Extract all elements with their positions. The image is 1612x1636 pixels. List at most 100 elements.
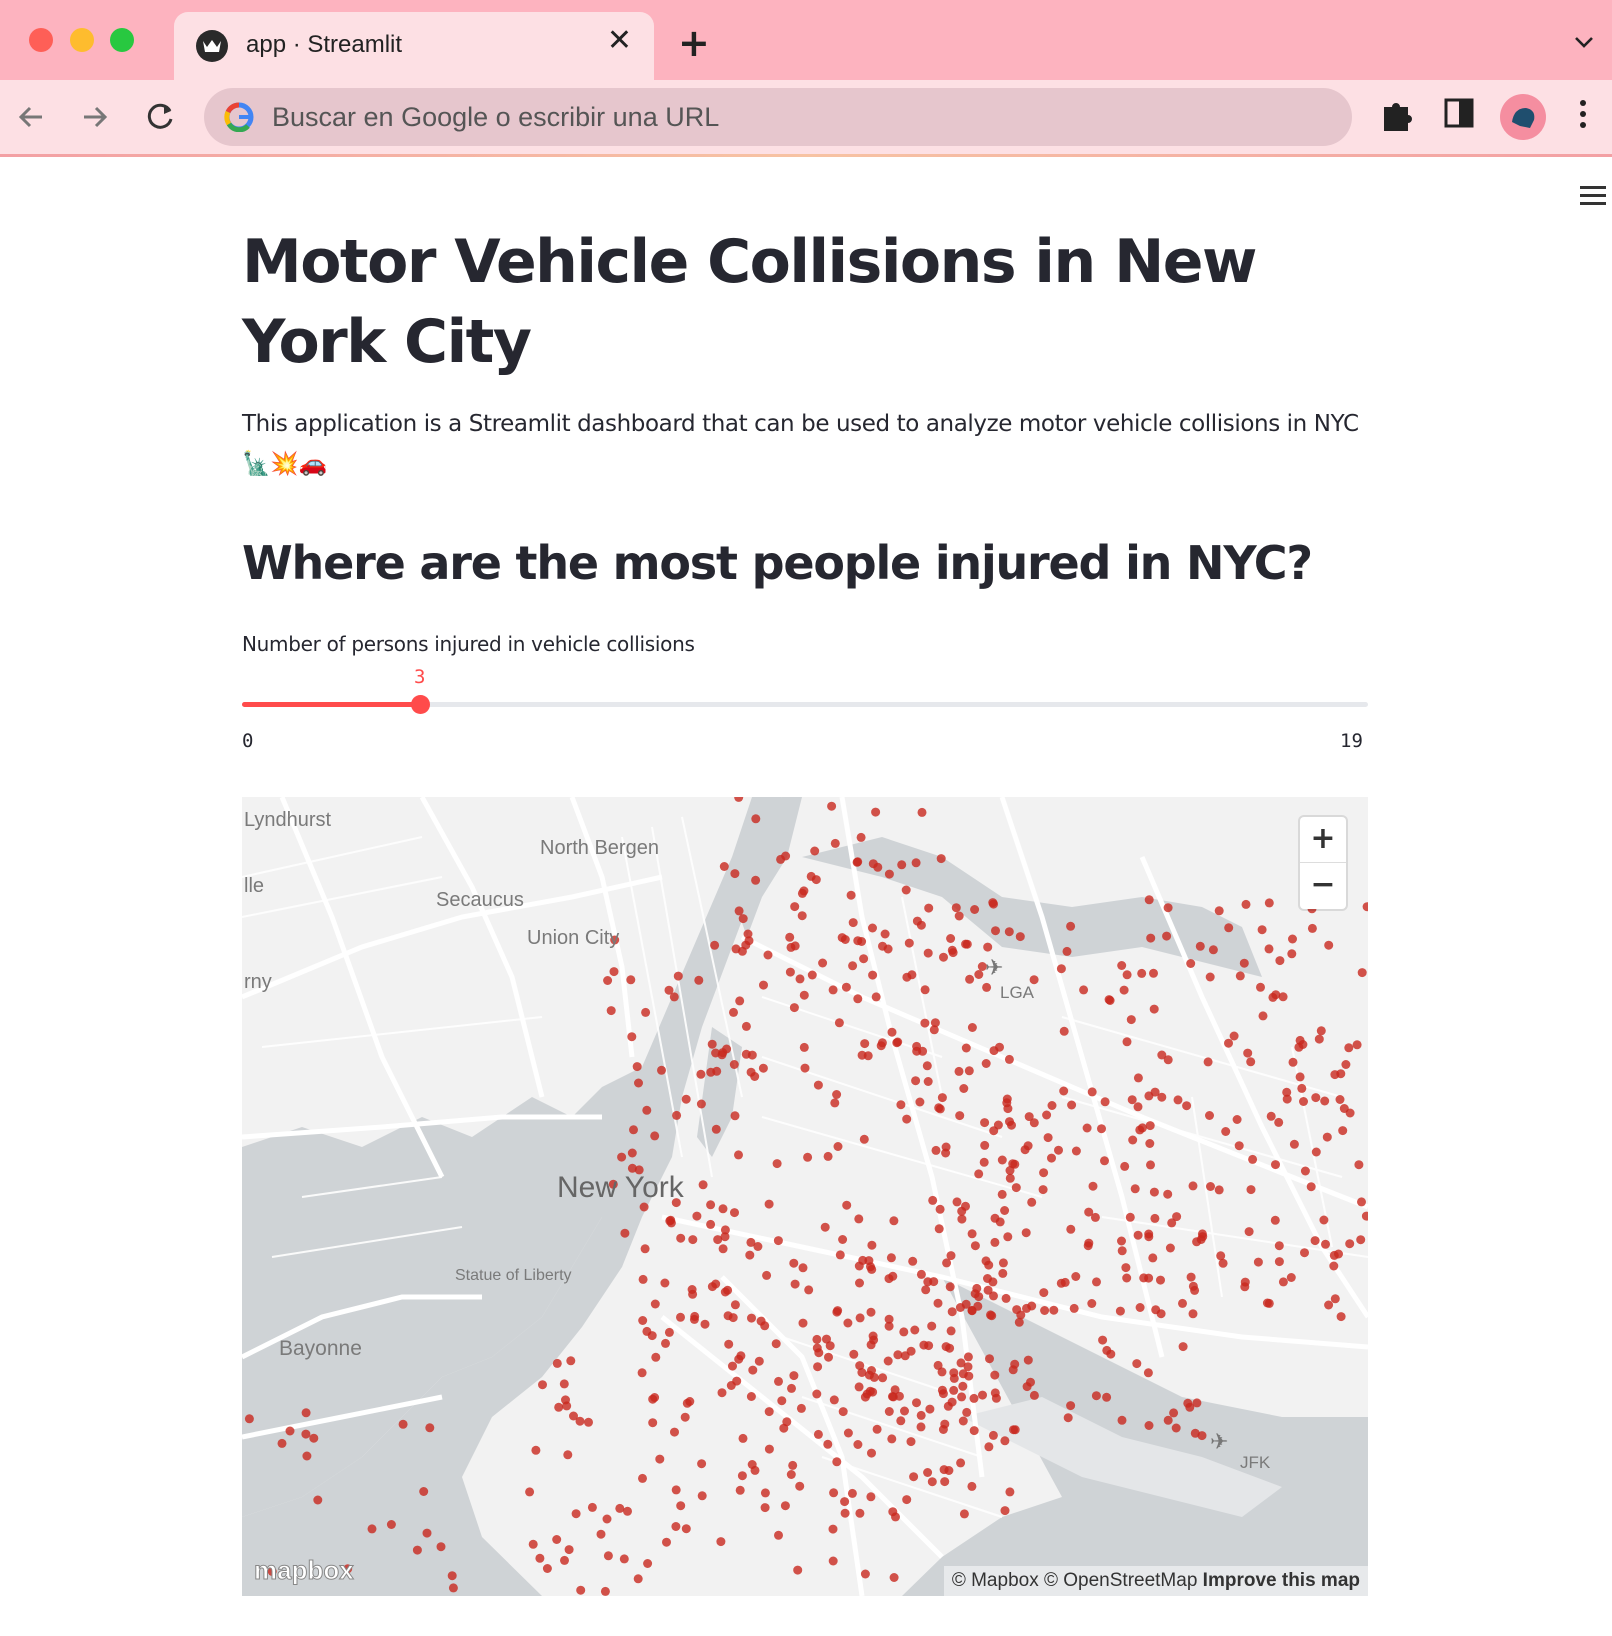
- label-lle: lle: [244, 875, 265, 897]
- collision-point: [528, 1539, 538, 1549]
- svg-text:✈: ✈: [985, 955, 1003, 980]
- improve-map-link[interactable]: Improve this map: [1203, 1570, 1360, 1591]
- injured-slider-track[interactable]: [242, 695, 1368, 714]
- collision-point: [587, 1502, 597, 1512]
- collision-point: [425, 1423, 435, 1433]
- chevron-down-icon[interactable]: [1574, 34, 1594, 53]
- minimize-window-button[interactable]: [70, 28, 94, 52]
- collision-point: [1240, 1282, 1250, 1292]
- collision-point: [1009, 1425, 1018, 1435]
- collision-point: [948, 948, 958, 958]
- collision-point: [716, 1537, 726, 1547]
- profile-avatar[interactable]: [1500, 94, 1546, 140]
- maximize-window-button[interactable]: [110, 28, 134, 52]
- collision-point: [967, 1229, 977, 1239]
- collision-point: [734, 1354, 744, 1364]
- collision-point: [1286, 1273, 1296, 1282]
- collision-point: [772, 1159, 782, 1169]
- collision-point: [946, 1326, 956, 1336]
- collision-point: [848, 961, 858, 971]
- collision-point: [763, 950, 773, 960]
- collision-point: [832, 1090, 842, 1099]
- collision-point: [1288, 934, 1297, 944]
- kebab-menu-icon[interactable]: [1578, 97, 1588, 137]
- collision-point: [743, 929, 753, 939]
- collision-point: [967, 1306, 977, 1316]
- slider-thumb[interactable]: [410, 695, 430, 714]
- collision-point: [1100, 1156, 1109, 1166]
- collision-point: [750, 1072, 760, 1081]
- collision-point: [764, 1199, 774, 1209]
- collision-point: [710, 940, 720, 950]
- zoom-out-button[interactable]: −: [1300, 863, 1346, 909]
- collision-point: [724, 1339, 734, 1349]
- collision-point: [939, 952, 948, 962]
- tab-title: app · Streamlit: [246, 31, 403, 58]
- collision-point: [719, 862, 729, 871]
- collision-point: [638, 1316, 648, 1325]
- collision-point: [940, 1477, 950, 1487]
- page-title: Motor Vehicle Collisions in New York Cit…: [242, 227, 1257, 377]
- collision-map[interactable]: ✈ ✈ Lyndhurst North Bergen lle Secaucus …: [242, 797, 1368, 1596]
- collision-point: [648, 1418, 658, 1428]
- collision-point: [1178, 1342, 1188, 1352]
- collision-point: [846, 890, 856, 900]
- collision-point: [1038, 1185, 1048, 1195]
- arrow-right-icon[interactable]: [74, 97, 114, 137]
- collision-point: [720, 1287, 730, 1297]
- arrow-left-icon[interactable]: [12, 97, 52, 137]
- collision-point: [1069, 1303, 1079, 1313]
- collision-point: [1039, 1168, 1049, 1178]
- collision-point: [760, 1503, 770, 1513]
- collision-point: [1278, 1277, 1288, 1287]
- collision-point: [302, 1451, 312, 1461]
- collision-point: [1295, 1072, 1305, 1082]
- collision-point: [813, 1080, 823, 1090]
- collision-point: [696, 1099, 706, 1109]
- collision-point: [1320, 1096, 1330, 1106]
- collision-point: [983, 942, 993, 952]
- close-tab-icon[interactable]: ✕: [607, 26, 632, 56]
- zoom-in-button[interactable]: +: [1300, 817, 1346, 863]
- label-lyndhurst: Lyndhurst: [244, 809, 332, 831]
- collision-point: [728, 1361, 737, 1371]
- collision-point: [927, 1477, 937, 1487]
- collision-point: [447, 1571, 457, 1581]
- collision-point: [1150, 1213, 1160, 1223]
- collision-point: [1282, 1094, 1292, 1104]
- browser-tab[interactable]: app · Streamlit ✕: [174, 12, 654, 80]
- collision-point: [954, 1066, 964, 1076]
- side-panel-icon[interactable]: [1444, 97, 1474, 133]
- collision-point: [970, 905, 980, 914]
- collision-point: [840, 1508, 850, 1518]
- collision-point: [758, 1063, 768, 1073]
- collision-point: [741, 1049, 751, 1059]
- collision-point: [878, 1373, 888, 1383]
- close-window-button[interactable]: [29, 28, 53, 52]
- collision-point: [901, 885, 911, 895]
- collision-point: [1234, 1141, 1244, 1151]
- collision-point: [972, 1283, 982, 1293]
- puzzle-icon[interactable]: [1380, 97, 1414, 137]
- collision-point: [823, 1151, 833, 1161]
- collision-point: [1149, 1187, 1159, 1197]
- collision-point: [1224, 923, 1234, 933]
- collision-point: [563, 1450, 573, 1460]
- collision-point: [638, 1473, 647, 1483]
- hamburger-icon[interactable]: [1580, 186, 1606, 205]
- address-bar[interactable]: Buscar en Google o escribir una URL: [204, 88, 1352, 146]
- mapbox-logo[interactable]: mapbox: [254, 1555, 355, 1586]
- collision-point: [970, 1241, 980, 1251]
- attribution-text[interactable]: © Mapbox © OpenStreetMap: [952, 1570, 1198, 1591]
- collision-point: [1274, 1117, 1284, 1127]
- collision-point: [869, 1335, 879, 1345]
- collision-point: [1156, 1275, 1165, 1285]
- collision-point: [1205, 972, 1215, 982]
- collision-point: [943, 1401, 953, 1411]
- collision-point: [886, 1253, 896, 1263]
- collision-point: [1022, 1382, 1032, 1392]
- collision-point: [1246, 1057, 1256, 1067]
- reload-icon[interactable]: [140, 97, 180, 137]
- new-tab-icon[interactable]: +: [678, 24, 710, 62]
- collision-point: [651, 1352, 661, 1362]
